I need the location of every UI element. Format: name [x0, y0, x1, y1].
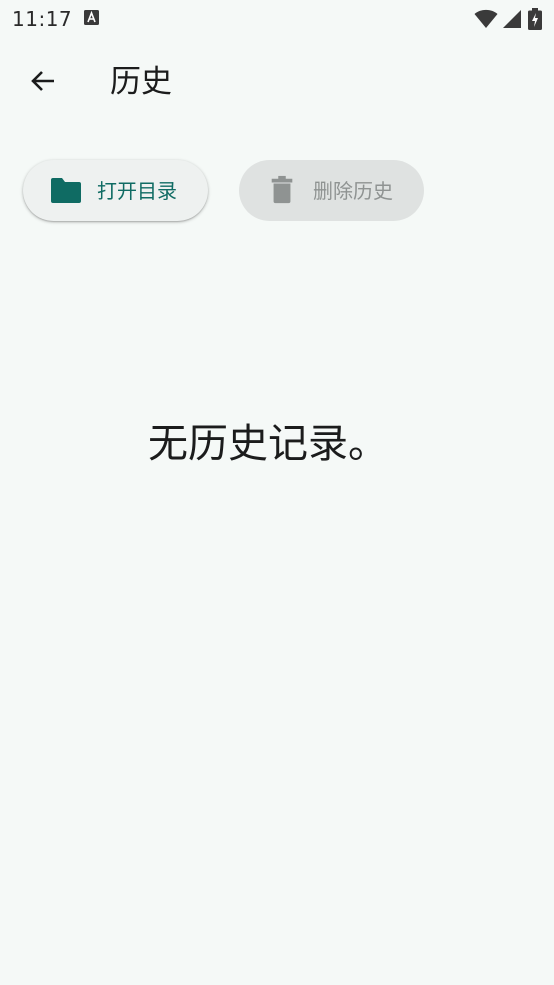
text-a-icon — [84, 10, 99, 25]
delete-history-label: 删除历史 — [313, 179, 393, 203]
delete-history-button[interactable]: 删除历史 — [239, 160, 424, 221]
status-bar: 11:17 — [0, 0, 554, 38]
open-directory-button[interactable]: 打开目录 — [23, 160, 208, 221]
folder-icon — [51, 178, 81, 203]
back-button[interactable] — [18, 56, 68, 106]
app-bar: 历史 — [0, 44, 554, 120]
cellular-signal-icon — [503, 10, 521, 28]
open-directory-label: 打开目录 — [97, 179, 177, 203]
page-title: 历史 — [110, 64, 172, 100]
empty-state-message: 无历史记录。 — [148, 421, 388, 467]
action-row: 打开目录 删除历史 — [0, 160, 554, 222]
status-time: 11:17 — [12, 7, 73, 31]
arrow-back-icon — [31, 71, 54, 91]
wifi-icon — [474, 9, 498, 28]
battery-charging-icon — [528, 8, 542, 30]
trash-icon — [271, 175, 293, 204]
